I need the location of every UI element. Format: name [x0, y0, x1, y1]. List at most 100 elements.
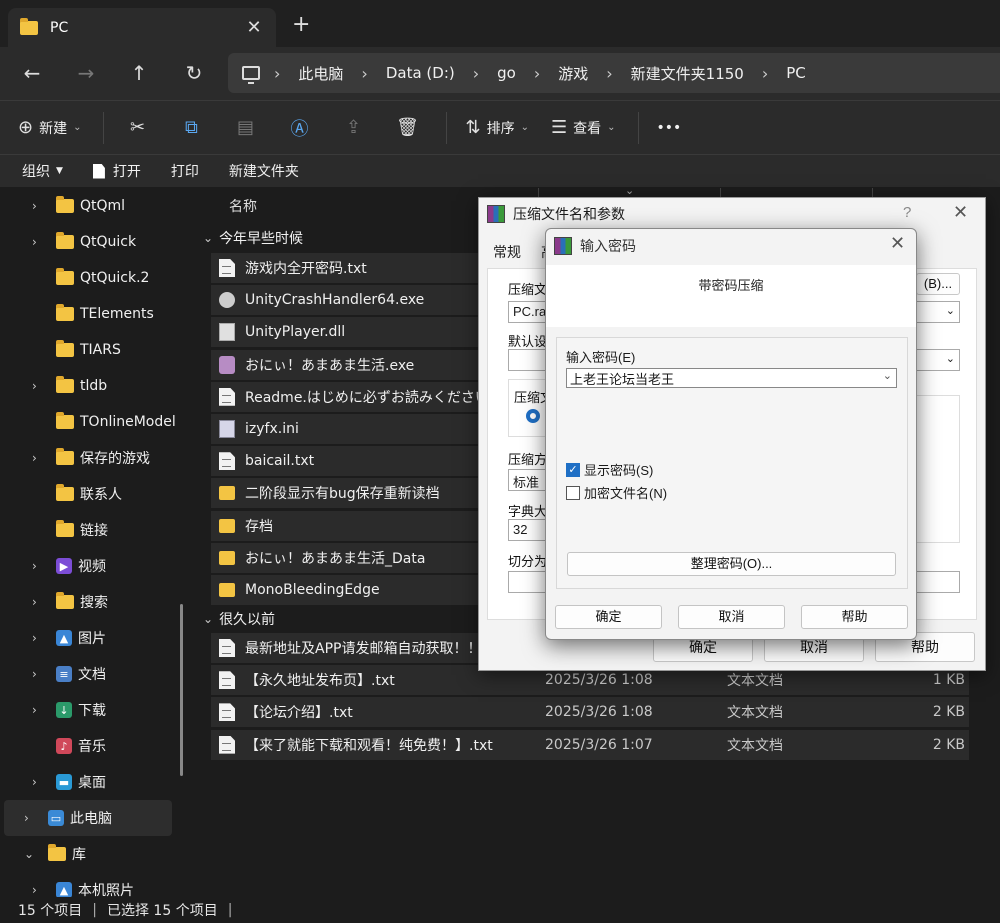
group-header[interactable]: ⌄ 今年早些时候 [203, 228, 303, 248]
dictionary-size-select[interactable]: 32 [508, 519, 548, 541]
close-icon[interactable]: ✕ [890, 233, 905, 254]
column-header-name[interactable]: 名称 [229, 196, 257, 216]
dialog-title-bar[interactable]: 输入密码 [554, 236, 636, 256]
breadcrumb-this-pc[interactable]: 此电脑 [298, 63, 343, 84]
sidebar-item[interactable]: ⌄ 库 [0, 836, 190, 872]
up-arrow-icon[interactable]: ↑ [125, 60, 153, 88]
breadcrumb-games[interactable]: 游戏 [558, 63, 588, 84]
close-icon[interactable]: ✕ [244, 17, 264, 38]
delete-icon[interactable]: 🗑 [392, 117, 422, 138]
tab-pc[interactable]: PC ✕ [8, 8, 276, 47]
tab-general[interactable]: 常规 [493, 242, 521, 262]
help-button[interactable]: 帮助 [801, 605, 908, 629]
sidebar-item[interactable]: › 搜索 [0, 584, 190, 620]
organize-menu[interactable]: 组织 ▼ [22, 161, 63, 181]
chevron-right-icon[interactable]: › [32, 559, 46, 573]
sidebar-item[interactable]: › QtQml [0, 188, 190, 224]
format-radio[interactable] [526, 409, 540, 423]
close-icon[interactable]: ✕ [953, 202, 968, 223]
copy-icon[interactable]: ⧉ [176, 117, 206, 138]
breadcrumb-pc[interactable]: PC [786, 64, 806, 82]
sidebar-item[interactable]: ›联系人 [0, 476, 190, 512]
sidebar-item[interactable]: › ≡ 文档 [0, 656, 190, 692]
browse-button[interactable]: (B)... [916, 273, 960, 295]
chevron-right-icon[interactable]: › [473, 64, 479, 83]
show-password-checkbox[interactable]: ✓ 显示密码(S) [566, 460, 653, 479]
chevron-right-icon[interactable]: › [361, 64, 367, 83]
profiles-button[interactable] [508, 349, 548, 371]
chevron-right-icon[interactable]: › [32, 703, 46, 717]
chevron-right-icon[interactable]: › [32, 667, 46, 681]
chevron-right-icon[interactable]: › [32, 883, 46, 897]
options-select[interactable]: ⌄ [916, 349, 960, 371]
sort-button[interactable]: ⇅ 排序 ⌄ [465, 117, 528, 138]
sidebar-item[interactable]: › QtQuick [0, 224, 190, 260]
split-volumes-field[interactable] [508, 571, 548, 593]
chevron-right-icon[interactable]: › [32, 595, 46, 609]
print-menu[interactable]: 打印 [171, 161, 199, 181]
password-input[interactable]: 上老王论坛当老王 ⌄ [566, 368, 897, 388]
plus-icon[interactable]: + [292, 12, 310, 37]
update-mode-select[interactable]: ⌄ [916, 301, 960, 323]
group-header[interactable]: ⌄ 很久以前 [203, 609, 275, 629]
view-button[interactable]: ☰ 查看 ⌄ [551, 117, 616, 138]
rename-icon[interactable]: Ⓐ [284, 115, 314, 141]
sidebar-item[interactable]: › ▲ 本机照片 [0, 872, 190, 897]
sidebar-item[interactable]: ›♪音乐 [0, 728, 190, 764]
chevron-right-icon[interactable]: › [32, 199, 46, 213]
chevron-right-icon[interactable]: › [24, 811, 38, 825]
ok-button[interactable]: 确定 [555, 605, 662, 629]
breadcrumb-go[interactable]: go [497, 64, 516, 82]
sidebar-item[interactable]: ›TOnlineModel [0, 404, 190, 440]
chevron-right-icon[interactable]: › [32, 631, 46, 645]
address-bar[interactable]: › 此电脑 › Data (D:) › go › 游戏 › 新建文件夹1150 … [228, 53, 1000, 93]
chevron-right-icon[interactable]: › [274, 64, 280, 83]
sidebar-item[interactable]: ›TElements [0, 296, 190, 332]
forward-arrow-icon[interactable]: → [72, 60, 100, 88]
more-options-button[interactable]: ••• [657, 120, 682, 136]
organize-passwords-button[interactable]: 整理密码(O)... [567, 552, 896, 576]
sidebar-item[interactable]: › ▲ 图片 [0, 620, 190, 656]
new-button[interactable]: ⊕ 新建 ⌄ [18, 117, 81, 138]
refresh-icon[interactable]: ↻ [180, 60, 208, 88]
cut-icon[interactable]: ✂ [122, 117, 152, 138]
sidebar-item-label: TIARS [80, 342, 121, 358]
cancel-button[interactable]: 取消 [678, 605, 785, 629]
sidebar-item[interactable]: › tldb [0, 368, 190, 404]
open-menu[interactable]: 打开 [92, 161, 141, 181]
sidebar-item[interactable]: › 保存的游戏 [0, 440, 190, 476]
sidebar-item[interactable]: ›QtQuick.2 [0, 260, 190, 296]
file-row[interactable]: 【来了就能下载和观看！纯免费！】.txt 2025/3/26 1:07 文本文档 2 … [211, 729, 969, 760]
sidebar-item[interactable]: › ▶ 视频 [0, 548, 190, 584]
paste-icon[interactable]: ▤ [230, 117, 260, 138]
chevron-right-icon[interactable]: › [606, 64, 612, 83]
chevron-right-icon[interactable]: › [32, 235, 46, 249]
sidebar-item[interactable]: ›TIARS [0, 332, 190, 368]
chevron-right-icon[interactable]: › [762, 64, 768, 83]
compression-method-select[interactable]: 标准 [508, 469, 548, 491]
breadcrumb-new-folder[interactable]: 新建文件夹1150 [631, 63, 744, 84]
selected-count: 已选择 15 个项目 [106, 903, 218, 919]
share-icon[interactable]: ⇪ [338, 117, 368, 138]
chevron-down-icon[interactable]: ⌄ [883, 369, 892, 382]
chevron-right-icon[interactable]: ⌄ [24, 847, 38, 861]
help-icon[interactable]: ? [903, 204, 911, 221]
chevron-right-icon[interactable]: › [32, 775, 46, 789]
sidebar-item[interactable]: › ▭ 此电脑 [4, 800, 172, 836]
encrypt-filenames-checkbox[interactable]: 加密文件名(N) [566, 483, 667, 502]
scrollbar-thumb[interactable] [180, 604, 183, 776]
back-arrow-icon[interactable]: ← [18, 60, 46, 88]
breadcrumb-drive[interactable]: Data (D:) [386, 64, 455, 82]
file-row[interactable]: 【论坛介绍】.txt 2025/3/26 1:08 文本文档 2 KB [211, 697, 969, 728]
password-field[interactable] [916, 571, 960, 593]
sidebar-item[interactable]: › ▬ 桌面 [0, 764, 190, 800]
password-dialog: 输入密码 ✕ 带密码压缩 输入密码(E) 上老王论坛当老王 ⌄ ✓ 显示密码(S… [545, 228, 917, 640]
sidebar-item[interactable]: ›链接 [0, 512, 190, 548]
new-folder-menu[interactable]: 新建文件夹 [229, 161, 299, 181]
chevron-right-icon[interactable]: › [534, 64, 540, 83]
dialog-title-bar[interactable]: 压缩文件名和参数 [487, 204, 625, 224]
picture-icon: ▲ [56, 882, 72, 897]
sidebar-item[interactable]: › ↓ 下载 [0, 692, 190, 728]
chevron-right-icon[interactable]: › [32, 451, 46, 465]
chevron-right-icon[interactable]: › [32, 379, 46, 393]
